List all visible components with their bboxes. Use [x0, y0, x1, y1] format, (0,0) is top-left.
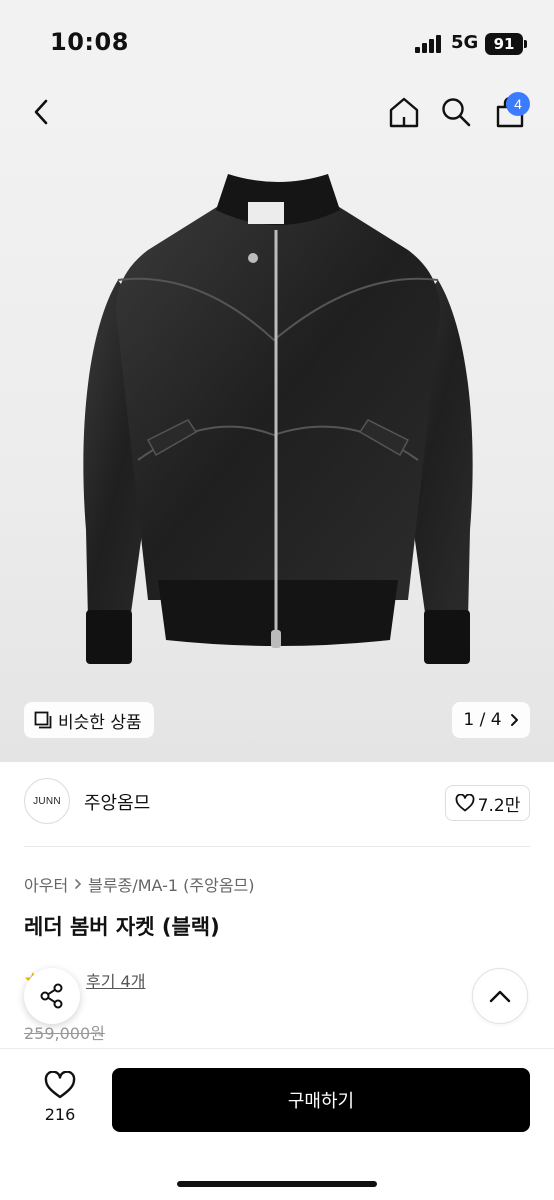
scroll-top-button[interactable]	[472, 968, 528, 1024]
image-page-indicator: 1 / 4	[463, 710, 502, 730]
brand-logo-text: JUNN	[33, 795, 61, 807]
review-link[interactable]: 후기 4개	[86, 968, 145, 992]
breadcrumb-category[interactable]: 아우터	[24, 872, 68, 896]
back-icon	[34, 99, 48, 125]
product-image	[83, 174, 473, 664]
chevron-right-icon	[75, 879, 82, 889]
similar-products-button[interactable]: 비슷한 상품	[24, 702, 154, 738]
status-bar: 10:08 5G 91	[0, 0, 554, 80]
cart-count-badge: 4	[506, 92, 530, 116]
brand-like-count: 7.2만	[477, 795, 521, 816]
back-button[interactable]	[22, 92, 62, 132]
original-price: 259,000원	[24, 1024, 105, 1043]
image-pager[interactable]: 1 / 4	[452, 702, 530, 738]
search-button[interactable]	[436, 92, 476, 132]
battery-icon: 91	[485, 33, 523, 55]
home-indicator	[177, 1181, 377, 1187]
share-button[interactable]	[24, 968, 80, 1024]
breadcrumb: 아우터 블루종/MA-1 (주앙옴므)	[24, 872, 255, 896]
brand-row: JUNN 주앙옴므 7.2만	[24, 776, 530, 830]
bottom-purchase-bar: 216 구매하기	[0, 1048, 554, 1200]
chevron-right-icon	[510, 714, 518, 726]
home-button[interactable]	[384, 92, 424, 132]
wishlist-count: 216	[44, 1105, 76, 1124]
breadcrumb-subcategory[interactable]: 블루종/MA-1 (주앙옴므)	[88, 872, 254, 896]
chevron-up-icon	[489, 990, 511, 1003]
divider	[24, 846, 530, 847]
search-icon	[442, 98, 471, 127]
product-title: 레더 봄버 자켓 (블랙)	[24, 915, 220, 939]
signal-icon	[415, 35, 443, 53]
brand-logo[interactable]: JUNN	[24, 778, 70, 824]
similar-icon	[34, 711, 52, 729]
status-time: 10:08	[50, 28, 129, 56]
share-icon	[40, 983, 63, 1009]
buy-button[interactable]: 구매하기	[112, 1068, 530, 1132]
brand-name[interactable]: 주앙옴므	[84, 789, 150, 815]
home-icon	[389, 97, 419, 128]
brand-like-button[interactable]: 7.2만	[445, 785, 530, 821]
battery-tip	[524, 40, 527, 48]
heart-icon	[455, 794, 475, 812]
wishlist-button[interactable]: 216	[34, 1071, 86, 1133]
network-label: 5G	[451, 32, 479, 53]
similar-products-label: 비슷한 상품	[58, 712, 142, 733]
heart-icon	[44, 1071, 76, 1099]
product-image-carousel[interactable]: 4 비슷한 상품 1 / 4	[0, 80, 554, 762]
